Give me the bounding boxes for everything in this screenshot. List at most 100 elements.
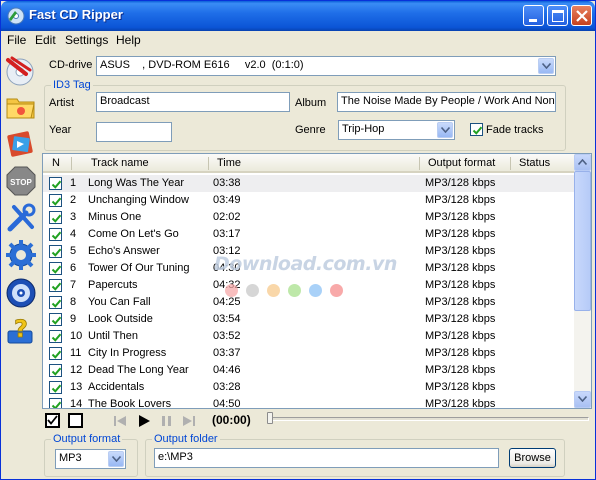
select-none-button[interactable] (68, 413, 83, 428)
track-time: 03:38 (213, 177, 241, 189)
track-checkbox[interactable] (49, 381, 62, 394)
output-format-dropdown-button[interactable] (108, 451, 124, 467)
track-checkbox[interactable] (49, 364, 62, 377)
cd-drive-dropdown-button[interactable] (538, 58, 554, 74)
track-row[interactable]: 9 Look Outside 03:54 MP3/128 kbps (43, 311, 576, 328)
column-divider[interactable] (510, 157, 511, 170)
artist-field[interactable]: Broadcast (96, 92, 290, 112)
settings-icon[interactable] (4, 238, 38, 272)
output-folder-field[interactable]: e:\MP3 (154, 448, 499, 468)
track-output-format: MP3/128 kbps (425, 364, 496, 376)
track-time: 03:49 (213, 194, 241, 206)
column-header-n[interactable]: N (52, 157, 60, 169)
output-format-select[interactable]: MP3 (55, 449, 126, 469)
stop-icon[interactable]: STOP (4, 164, 38, 198)
genre-select[interactable]: Trip-Hop (338, 120, 455, 140)
pause-icon[interactable] (160, 414, 174, 428)
browse-button[interactable]: Browse (509, 448, 556, 468)
track-row[interactable]: 8 You Can Fall 04:25 MP3/128 kbps (43, 294, 576, 311)
column-header-track-name[interactable]: Track name (91, 157, 149, 169)
track-time: 04:32 (213, 279, 241, 291)
seek-slider-track[interactable] (267, 417, 589, 421)
close-button[interactable] (571, 5, 592, 26)
track-checkbox[interactable] (49, 177, 62, 190)
track-row[interactable]: 3 Minus One 02:02 MP3/128 kbps (43, 209, 576, 226)
track-time: 02:02 (213, 211, 241, 223)
next-track-icon[interactable] (182, 414, 196, 428)
scroll-down-button[interactable] (574, 391, 591, 408)
track-checkbox[interactable] (49, 398, 62, 408)
track-row[interactable]: 6 Tower Of Our Tuning 04:30 MP3/128 kbps (43, 260, 576, 277)
track-name: Papercuts (88, 279, 138, 291)
menu-settings[interactable]: Settings (65, 33, 108, 47)
track-checkbox[interactable] (49, 330, 62, 343)
previous-track-icon[interactable] (113, 414, 127, 428)
play-icon[interactable] (137, 414, 151, 428)
track-row[interactable]: 10 Until Then 03:52 MP3/128 kbps (43, 328, 576, 345)
chevron-down-icon (542, 63, 551, 69)
track-checkbox[interactable] (49, 245, 62, 258)
column-header-status[interactable]: Status (519, 157, 550, 169)
track-checkbox[interactable] (49, 211, 62, 224)
track-row[interactable]: 13 Accidentals 03:28 MP3/128 kbps (43, 379, 576, 396)
checkmark-icon (51, 333, 62, 342)
menu-edit[interactable]: Edit (35, 33, 56, 47)
checkmark-icon (51, 384, 62, 393)
track-name: City In Progress (88, 347, 167, 359)
track-list-scrollbar[interactable] (574, 154, 591, 408)
track-number: 8 (70, 296, 77, 308)
menu-file[interactable]: File (7, 33, 26, 47)
track-name: You Can Fall (88, 296, 151, 308)
track-row[interactable]: 5 Echo's Answer 03:12 MP3/128 kbps (43, 243, 576, 260)
track-checkbox[interactable] (49, 296, 62, 309)
track-row[interactable]: 7 Papercuts 04:32 MP3/128 kbps (43, 277, 576, 294)
column-header-output-format[interactable]: Output format (428, 157, 495, 169)
year-field[interactable] (96, 122, 172, 142)
track-row[interactable]: 2 Unchanging Window 03:49 MP3/128 kbps (43, 192, 576, 209)
open-folder-icon[interactable] (4, 90, 38, 124)
track-output-format: MP3/128 kbps (425, 398, 496, 409)
select-all-button[interactable] (45, 413, 60, 428)
rip-cd-icon[interactable] (4, 54, 38, 88)
id3-tag-title: ID3 Tag (51, 79, 93, 91)
column-header-time[interactable]: Time (217, 157, 241, 169)
encode-icon[interactable] (4, 127, 38, 161)
track-row[interactable]: 11 City In Progress 03:37 MP3/128 kbps (43, 345, 576, 362)
menu-help[interactable]: Help (116, 33, 141, 47)
minimize-button[interactable] (523, 5, 544, 26)
album-field[interactable]: The Noise Made By People / Work And Non (337, 92, 556, 112)
track-row[interactable]: 12 Dead The Long Year 04:46 MP3/128 kbps (43, 362, 576, 379)
chevron-down-icon (441, 127, 450, 133)
track-checkbox[interactable] (49, 194, 62, 207)
column-divider[interactable] (419, 157, 420, 170)
checkmark-icon (51, 316, 62, 325)
seek-slider-thumb[interactable] (267, 412, 273, 424)
track-checkbox[interactable] (49, 228, 62, 241)
help-icon[interactable]: ? (4, 313, 38, 347)
track-row[interactable]: 4 Come On Let's Go 03:17 MP3/128 kbps (43, 226, 576, 243)
track-row[interactable]: 14 The Book Lovers 04:50 MP3/128 kbps (43, 396, 576, 409)
track-time: 04:25 (213, 296, 241, 308)
track-list[interactable]: N Track name Time Output format Status 1… (42, 153, 592, 409)
menu-bar: File Edit Settings Help (1, 31, 595, 49)
scroll-up-button[interactable] (574, 154, 591, 171)
track-number: 5 (70, 245, 77, 257)
tools-icon[interactable] (4, 201, 38, 235)
track-checkbox[interactable] (49, 262, 62, 275)
track-number: 4 (70, 228, 77, 240)
maximize-button[interactable] (547, 5, 568, 26)
genre-dropdown-button[interactable] (437, 122, 453, 138)
track-checkbox[interactable] (49, 279, 62, 292)
fade-tracks-checkbox[interactable] (470, 123, 483, 136)
track-row[interactable]: 1 Long Was The Year 03:38 MP3/128 kbps (43, 175, 576, 192)
track-checkbox[interactable] (49, 313, 62, 326)
scroll-thumb[interactable] (574, 171, 591, 311)
title-bar[interactable]: Fast CD Ripper (1, 1, 595, 31)
column-divider[interactable] (71, 157, 72, 170)
cd-drive-select[interactable]: ASUS , DVD-ROM E616 v2.0 (0:1:0) (96, 56, 556, 76)
column-divider[interactable] (208, 157, 209, 170)
cd-info-icon[interactable] (4, 276, 38, 310)
output-format-value: MP3 (59, 452, 82, 464)
track-checkbox[interactable] (49, 347, 62, 360)
window-title: Fast CD Ripper (29, 7, 123, 22)
